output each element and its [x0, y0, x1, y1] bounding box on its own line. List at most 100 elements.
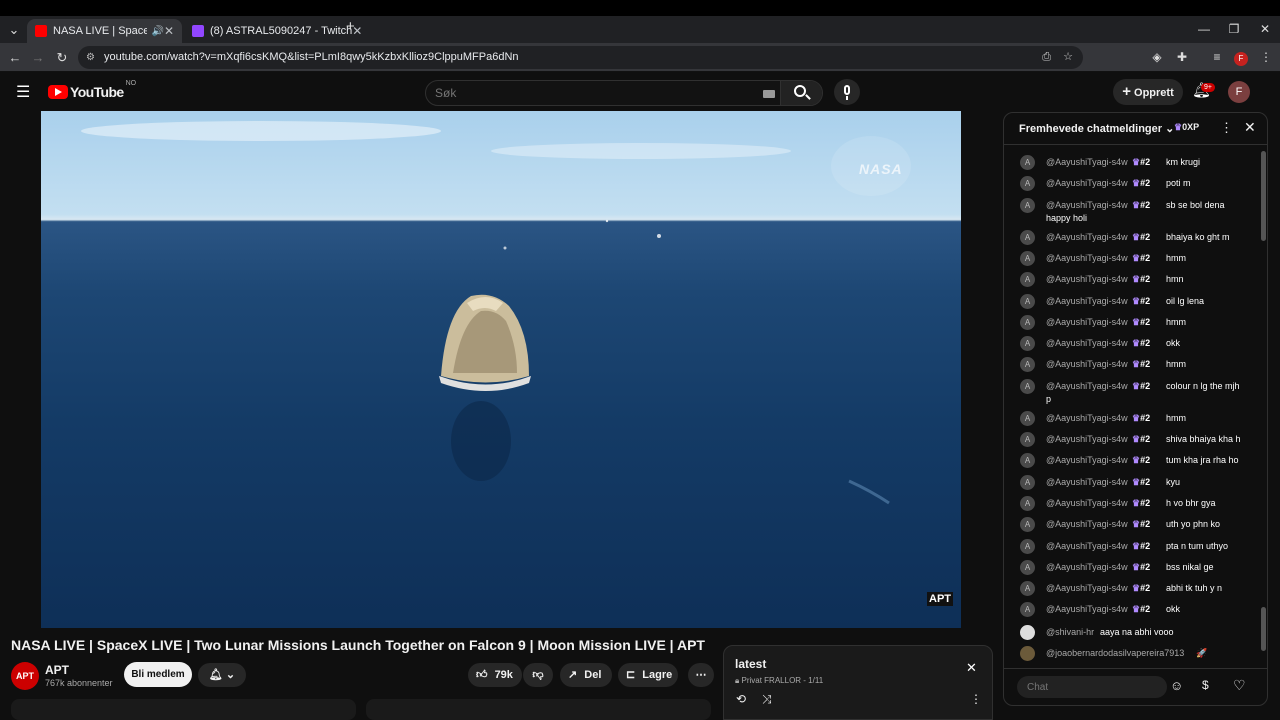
media-control-icon[interactable]: ≡: [1207, 43, 1227, 72]
chat-author[interactable]: @AayushiTyagi-s4w: [1046, 561, 1128, 574]
reload-button[interactable]: ↻: [51, 43, 73, 72]
page-scrollbar[interactable]: [1272, 80, 1278, 720]
chat-author[interactable]: @AayushiTyagi-s4w: [1046, 273, 1128, 286]
minimize-button[interactable]: —: [1189, 16, 1219, 43]
chat-author[interactable]: @shivani-hr: [1046, 626, 1094, 639]
close-chat-icon[interactable]: ✕: [1244, 119, 1256, 136]
xp-badge[interactable]: ♛0XP: [1174, 122, 1199, 133]
close-playlist-icon[interactable]: ✕: [966, 660, 977, 676]
chat-author[interactable]: @AayushiTyagi-s4w: [1046, 433, 1128, 446]
channel-name[interactable]: APT: [45, 663, 69, 677]
browser-menu-icon[interactable]: ⋮: [1256, 43, 1276, 72]
chat-menu-icon[interactable]: ⋮: [1220, 120, 1233, 136]
user-avatar[interactable]: A: [1020, 410, 1035, 426]
chat-scrollbar[interactable]: [1261, 149, 1266, 663]
user-avatar[interactable]: [1020, 624, 1035, 640]
user-avatar[interactable]: A: [1020, 293, 1035, 309]
voice-search-button[interactable]: [834, 79, 860, 105]
hamburger-menu-icon[interactable]: ☰: [16, 82, 30, 102]
loop-icon[interactable]: ⟲: [736, 692, 746, 706]
chat-author[interactable]: @AayushiTyagi-s4w: [1046, 582, 1128, 595]
profile-avatar[interactable]: F: [1231, 43, 1251, 72]
user-avatar[interactable]: A: [1020, 474, 1035, 490]
share-button[interactable]: ↗ Del: [560, 663, 612, 687]
save-button[interactable]: ⊏ Lagre: [618, 663, 678, 687]
extensions-puzzle-icon[interactable]: ✚: [1172, 43, 1192, 72]
user-avatar[interactable]: A: [1020, 453, 1035, 469]
shuffle-icon[interactable]: ⤨: [762, 692, 772, 707]
create-button[interactable]: + Opprett: [1113, 79, 1183, 105]
chat-author[interactable]: @AayushiTyagi-s4w: [1046, 518, 1128, 531]
channel-avatar[interactable]: APT: [11, 662, 39, 690]
forward-button[interactable]: →: [27, 43, 49, 72]
account-avatar[interactable]: F: [1228, 81, 1250, 103]
user-avatar[interactable]: A: [1020, 432, 1035, 447]
chat-author[interactable]: @AayushiTyagi-s4w: [1046, 231, 1128, 244]
keyboard-icon[interactable]: [763, 90, 775, 98]
user-avatar[interactable]: A: [1020, 538, 1035, 554]
close-tab-icon[interactable]: ✕: [164, 24, 174, 38]
search-button[interactable]: [780, 81, 822, 105]
apt-corner-logo[interactable]: APT: [927, 592, 953, 606]
user-avatar[interactable]: A: [1020, 559, 1035, 575]
user-avatar[interactable]: A: [1020, 602, 1035, 618]
user-avatar[interactable]: A: [1020, 250, 1035, 266]
emoji-icon[interactable]: ☺: [1170, 678, 1183, 693]
user-avatar[interactable]: A: [1020, 314, 1035, 330]
user-avatar[interactable]: A: [1020, 495, 1035, 511]
user-avatar[interactable]: A: [1020, 155, 1035, 170]
search-input[interactable]: [426, 81, 781, 105]
user-avatar[interactable]: A: [1020, 197, 1035, 213]
back-button[interactable]: ←: [4, 43, 26, 72]
chat-author[interactable]: @AayushiTyagi-s4w: [1046, 380, 1128, 393]
install-icon[interactable]: ⎙: [1042, 46, 1051, 69]
playlist-menu-icon[interactable]: ⋮: [970, 692, 982, 706]
chat-author[interactable]: @AayushiTyagi-s4w: [1046, 252, 1128, 265]
chat-author[interactable]: @joaobernardodasilvapereira7913: [1046, 647, 1184, 660]
chat-author[interactable]: @AayushiTyagi-s4w: [1046, 603, 1128, 616]
site-info-icon[interactable]: ⚙: [86, 46, 95, 69]
chat-input[interactable]: [1017, 676, 1167, 698]
chat-author[interactable]: @AayushiTyagi-s4w: [1046, 497, 1128, 510]
chat-author[interactable]: @AayushiTyagi-s4w: [1046, 540, 1128, 553]
chat-author[interactable]: @AayushiTyagi-s4w: [1046, 295, 1128, 308]
chat-author[interactable]: @AayushiTyagi-s4w: [1046, 358, 1128, 371]
super-chat-icon[interactable]: $: [1202, 678, 1209, 692]
youtube-logo[interactable]: YouTube NO: [48, 80, 136, 100]
new-tab-button[interactable]: +: [346, 18, 355, 35]
video-player[interactable]: NASA APT: [41, 111, 961, 628]
extension-icon[interactable]: ◈: [1147, 43, 1167, 72]
dislike-button[interactable]: 👎︎: [523, 663, 553, 687]
chat-author[interactable]: @AayushiTyagi-s4w: [1046, 156, 1128, 169]
user-avatar[interactable]: A: [1020, 357, 1035, 373]
chat-mode-selector[interactable]: Fremhevede chatmeldinger ⌄: [1019, 122, 1174, 135]
user-avatar[interactable]: A: [1020, 581, 1035, 597]
playlist-title[interactable]: latest: [735, 657, 766, 671]
like-button[interactable]: 👍︎ 79k: [468, 663, 522, 687]
heart-icon[interactable]: ♡: [1233, 677, 1246, 694]
join-button[interactable]: Bli medlem: [124, 662, 192, 687]
user-avatar[interactable]: A: [1020, 272, 1035, 288]
tab-twitch[interactable]: (8) ASTRAL5090247 - Twitch ✕: [184, 19, 362, 43]
user-avatar[interactable]: A: [1020, 336, 1035, 352]
user-avatar[interactable]: [1020, 645, 1035, 661]
user-avatar[interactable]: A: [1020, 176, 1035, 192]
tab-search-icon[interactable]: ⌄: [3, 15, 25, 44]
more-actions-button[interactable]: ⋯: [688, 663, 714, 687]
chat-author[interactable]: @AayushiTyagi-s4w: [1046, 476, 1128, 489]
close-window-button[interactable]: ✕: [1250, 16, 1280, 43]
chat-author[interactable]: @AayushiTyagi-s4w: [1046, 454, 1128, 467]
chat-author[interactable]: @AayushiTyagi-s4w: [1046, 177, 1128, 190]
user-avatar[interactable]: A: [1020, 517, 1035, 533]
bookmark-star-icon[interactable]: ☆: [1063, 46, 1073, 69]
subscribe-notification-button[interactable]: 🔔︎ ⌄: [198, 663, 246, 687]
chat-author[interactable]: @AayushiTyagi-s4w: [1046, 199, 1128, 212]
user-avatar[interactable]: A: [1020, 378, 1035, 394]
address-bar[interactable]: ⚙ youtube.com/watch?v=mXqfi6csKMQ&list=P…: [78, 46, 1083, 69]
chat-author[interactable]: @AayushiTyagi-s4w: [1046, 316, 1128, 329]
user-avatar[interactable]: A: [1020, 229, 1035, 245]
chat-author[interactable]: @AayushiTyagi-s4w: [1046, 337, 1128, 350]
tab-youtube[interactable]: NASA LIVE | SpaceX LIVE | T 🔊 ✕: [27, 19, 182, 43]
maximize-button[interactable]: ❐: [1219, 16, 1249, 43]
chat-author[interactable]: @AayushiTyagi-s4w: [1046, 412, 1128, 425]
